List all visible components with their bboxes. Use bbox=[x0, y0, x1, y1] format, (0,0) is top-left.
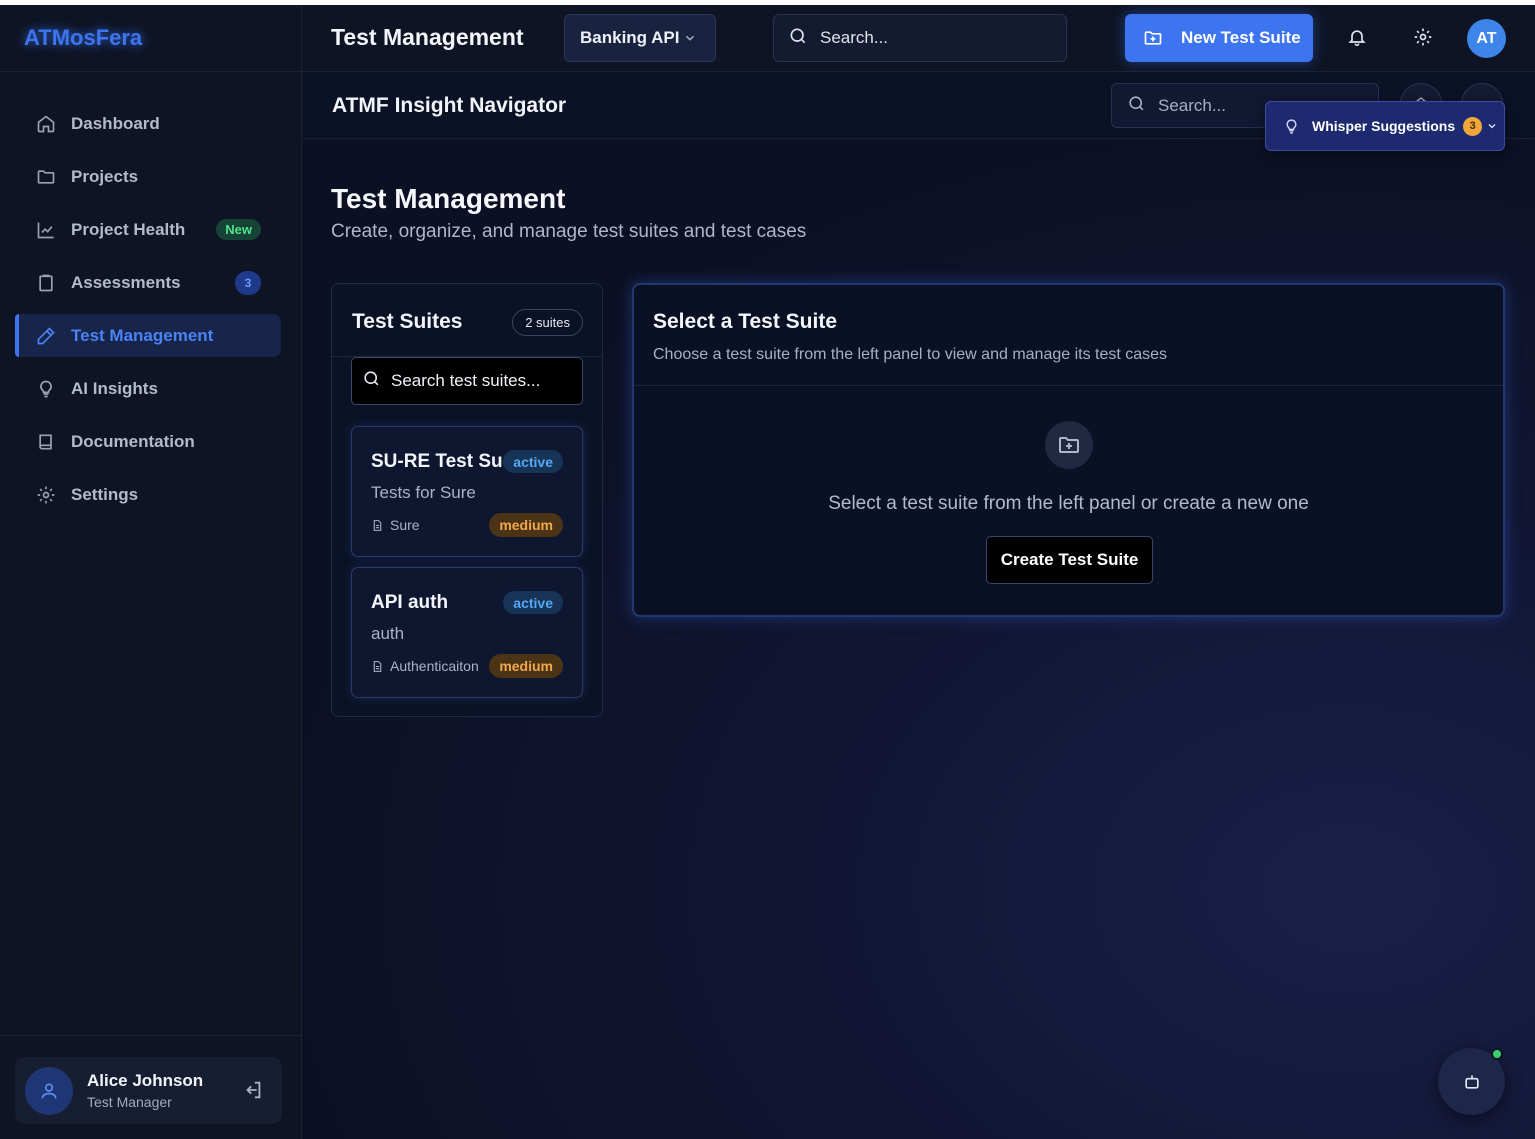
suite-name: SU-RE Test Suite bbox=[371, 451, 503, 472]
empty-state-text: Select a test suite from the left panel … bbox=[828, 493, 1309, 514]
user-profile-card[interactable]: Alice Johnson Test Manager bbox=[15, 1057, 282, 1124]
brand-logo[interactable]: ATMosFera bbox=[0, 5, 301, 72]
create-test-suite-button[interactable]: Create Test Suite bbox=[986, 536, 1153, 584]
sidebar-item-label: Dashboard bbox=[71, 113, 160, 133]
logout-icon[interactable] bbox=[242, 1079, 264, 1106]
detail-subtitle: Choose a test suite from the left panel … bbox=[653, 346, 1168, 363]
book-icon bbox=[35, 431, 57, 453]
test-suites-panel: Test Suites 2 suites SU-RE Test Suite ac… bbox=[331, 283, 603, 717]
sidebar-item-label: Documentation bbox=[71, 431, 195, 451]
sidebar-item-documentation[interactable]: Documentation bbox=[15, 420, 281, 463]
header-title: Test Management bbox=[331, 24, 524, 50]
status-badge: active bbox=[503, 450, 563, 473]
suite-search-input[interactable] bbox=[391, 371, 581, 391]
search-icon bbox=[1127, 94, 1146, 118]
sidebar-item-label: AI Insights bbox=[71, 378, 158, 398]
count-badge: 3 bbox=[235, 271, 261, 295]
global-search-input[interactable] bbox=[820, 28, 1040, 48]
detail-title: Select a Test Suite bbox=[653, 310, 838, 333]
priority-badge: medium bbox=[489, 513, 563, 537]
pencil-icon bbox=[35, 325, 57, 347]
suite-search[interactable] bbox=[351, 357, 583, 405]
top-header: Test Management Banking API New Test Sui… bbox=[302, 5, 1535, 72]
chevron-down-icon bbox=[1486, 120, 1498, 132]
suite-description: auth bbox=[371, 624, 405, 643]
gear-icon bbox=[35, 484, 57, 506]
suite-module: Authenticaiton bbox=[371, 658, 479, 674]
suite-card[interactable]: API auth active auth Authenticaiton medi… bbox=[351, 567, 583, 698]
priority-badge: medium bbox=[489, 654, 563, 678]
suite-card[interactable]: SU-RE Test Suite active Tests for Sure S… bbox=[351, 426, 583, 557]
chevron-down-icon bbox=[683, 30, 697, 50]
user-role: Test Manager bbox=[87, 1094, 172, 1110]
sidebar-item-label: Projects bbox=[71, 166, 139, 186]
folder-plus-icon bbox=[1143, 28, 1163, 48]
suite-name: API auth bbox=[371, 592, 449, 613]
divider bbox=[0, 1035, 301, 1036]
home-icon bbox=[35, 113, 57, 135]
document-icon bbox=[371, 660, 384, 673]
lightbulb-icon bbox=[35, 378, 57, 400]
line-chart-icon bbox=[35, 219, 57, 241]
sidebar-item-settings[interactable]: Settings bbox=[15, 473, 281, 516]
main-content: Test Management Create, organize, and ma… bbox=[302, 139, 1535, 1139]
user-name: Alice Johnson bbox=[87, 1071, 204, 1090]
status-badge: active bbox=[503, 591, 563, 614]
search-icon bbox=[788, 26, 808, 51]
sidebar-item-projects[interactable]: Projects bbox=[15, 155, 281, 198]
panel-title: Test Suites bbox=[352, 310, 463, 333]
suite-description: Tests for Sure bbox=[371, 483, 476, 502]
lightbulb-icon bbox=[1283, 118, 1300, 135]
sidebar-item-label: Project Health bbox=[71, 219, 186, 239]
suite-detail-panel: Select a Test Suite Choose a test suite … bbox=[632, 283, 1505, 617]
project-selector-value: Banking API bbox=[580, 28, 680, 47]
sidebar-nav: Dashboard Projects Project Health New As… bbox=[0, 72, 301, 516]
sidebar-item-assessments[interactable]: Assessments 3 bbox=[15, 261, 281, 304]
folder-icon bbox=[35, 166, 57, 188]
avatar[interactable]: AT bbox=[1467, 19, 1506, 58]
search-icon bbox=[362, 369, 381, 393]
online-status-dot bbox=[1491, 1048, 1503, 1060]
sidebar-item-dashboard[interactable]: Dashboard bbox=[15, 102, 281, 145]
bell-icon[interactable] bbox=[1347, 27, 1367, 47]
suite-module-label: Authenticaiton bbox=[390, 658, 479, 674]
folder-plus-icon bbox=[1045, 421, 1093, 469]
suites-count-badge: 2 suites bbox=[512, 309, 583, 336]
whisper-suggestions-button[interactable]: Whisper Suggestions 3 bbox=[1265, 101, 1505, 151]
sidebar-item-label: Assessments bbox=[71, 272, 181, 292]
user-icon bbox=[41, 1083, 57, 1099]
clipboard-icon bbox=[35, 272, 57, 294]
whisper-label: Whisper Suggestions bbox=[1312, 118, 1456, 134]
suite-module-label: Sure bbox=[390, 517, 420, 533]
sidebar-item-project-health[interactable]: Project Health New bbox=[15, 208, 281, 251]
new-test-suite-button[interactable]: New Test Suite bbox=[1125, 14, 1313, 62]
page-subtitle: Create, organize, and manage test suites… bbox=[331, 221, 807, 242]
page-title: Test Management bbox=[331, 183, 566, 214]
global-search[interactable] bbox=[773, 14, 1067, 62]
sidebar-item-ai-insights[interactable]: AI Insights bbox=[15, 367, 281, 410]
bot-icon bbox=[1464, 1074, 1479, 1089]
suite-module: Sure bbox=[371, 517, 420, 533]
project-selector[interactable]: Banking API bbox=[564, 14, 716, 62]
sidebar-item-label: Test Management bbox=[71, 325, 214, 345]
insight-navigator-bar: ATMF Insight Navigator Whisper Suggestio… bbox=[302, 72, 1535, 151]
sidebar-item-test-management[interactable]: Test Management bbox=[15, 314, 281, 357]
sidebar-item-label: Settings bbox=[71, 484, 139, 504]
user-avatar bbox=[25, 1066, 73, 1115]
sidebar: ATMosFera Dashboard Projects Project Hea… bbox=[0, 5, 302, 1139]
gear-icon[interactable] bbox=[1413, 27, 1433, 47]
document-icon bbox=[371, 519, 384, 532]
new-test-suite-label: New Test Suite bbox=[1181, 28, 1301, 47]
new-badge: New bbox=[216, 219, 261, 240]
whisper-count-badge: 3 bbox=[1463, 116, 1483, 136]
navigator-title: ATMF Insight Navigator bbox=[332, 94, 567, 117]
